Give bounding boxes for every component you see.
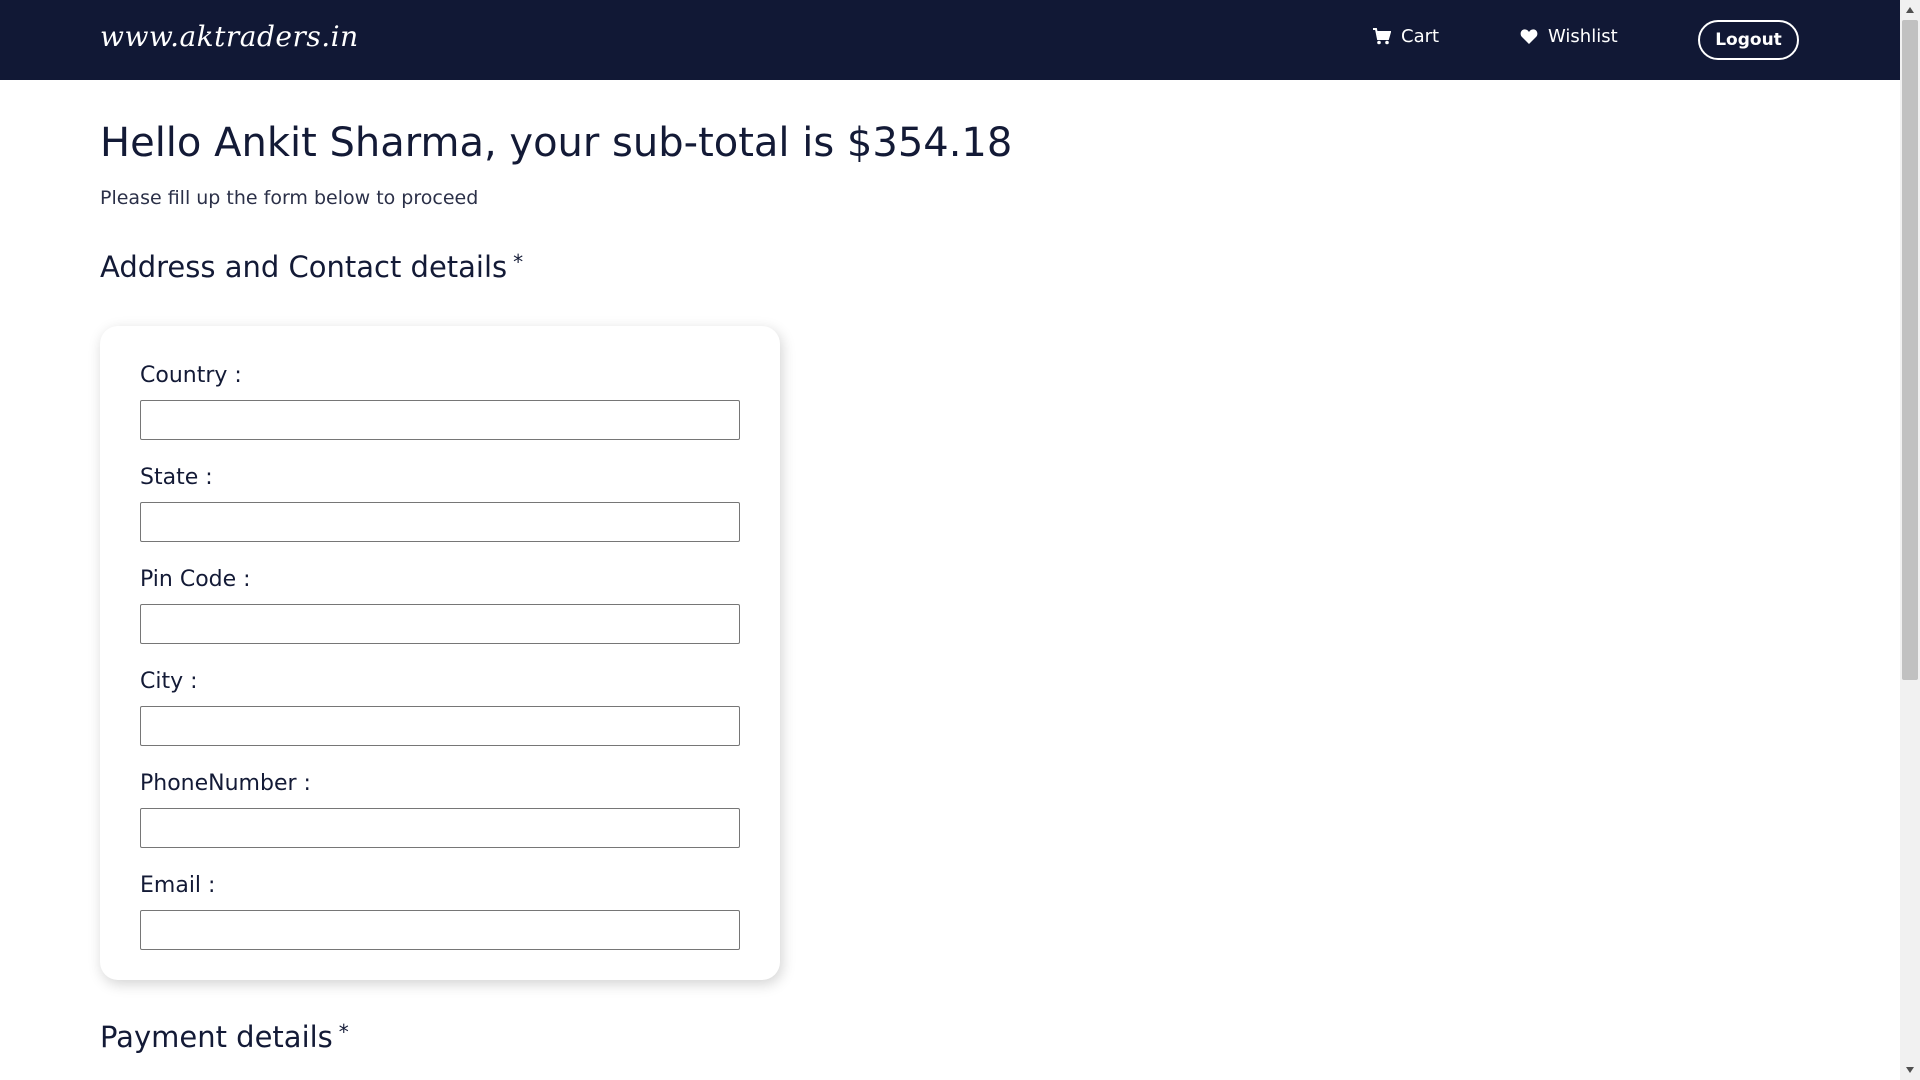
scrollbar-thumb[interactable]	[1902, 20, 1918, 680]
pin-code-field-group: Pin Code :	[140, 566, 740, 644]
address-section-title: Address and Contact details	[100, 250, 508, 284]
wishlist-label: Wishlist	[1548, 26, 1618, 47]
country-field-group: Country :	[140, 362, 740, 440]
city-field-group: City :	[140, 668, 740, 746]
payment-section-heading: Payment details *	[100, 1020, 349, 1054]
country-label: Country :	[140, 363, 242, 388]
email-field-group: Email :	[140, 872, 740, 950]
email-input[interactable]	[140, 910, 740, 950]
page-title: Hello Ankit Sharma, your sub-total is $3…	[100, 120, 1013, 166]
cart-label: Cart	[1401, 26, 1440, 47]
pin-code-label: Pin Code :	[140, 567, 251, 592]
vertical-scrollbar[interactable]	[1900, 0, 1920, 1080]
state-input[interactable]	[140, 502, 740, 542]
top-navbar: www.aktraders.in Cart Wishlist Logout	[0, 0, 1900, 80]
scroll-down-arrow-icon[interactable]	[1900, 1060, 1920, 1080]
heart-icon	[1520, 28, 1538, 45]
state-field-group: State :	[140, 464, 740, 542]
payment-section-title: Payment details	[100, 1020, 333, 1054]
scroll-up-arrow-icon[interactable]	[1900, 0, 1920, 20]
logout-button[interactable]: Logout	[1698, 20, 1799, 60]
phone-number-input[interactable]	[140, 808, 740, 848]
required-asterisk: *	[513, 250, 524, 274]
phone-field-group: PhoneNumber :	[140, 770, 740, 848]
wishlist-link[interactable]: Wishlist	[1520, 26, 1618, 47]
country-input[interactable]	[140, 400, 740, 440]
pin-code-input[interactable]	[140, 604, 740, 644]
city-input[interactable]	[140, 706, 740, 746]
required-asterisk: *	[338, 1020, 349, 1044]
cart-link[interactable]: Cart	[1373, 26, 1439, 47]
site-logo-text[interactable]: www.aktraders.in	[100, 20, 359, 53]
form-instruction: Please fill up the form below to proceed	[100, 187, 479, 209]
phone-number-label: PhoneNumber :	[140, 771, 311, 796]
city-label: City :	[140, 669, 198, 694]
state-label: State :	[140, 465, 213, 490]
address-form-card: Country : State : Pin Code : City : Phon…	[100, 326, 780, 980]
email-label: Email :	[140, 873, 216, 898]
address-section-heading: Address and Contact details *	[100, 250, 523, 284]
cart-icon	[1373, 28, 1391, 45]
